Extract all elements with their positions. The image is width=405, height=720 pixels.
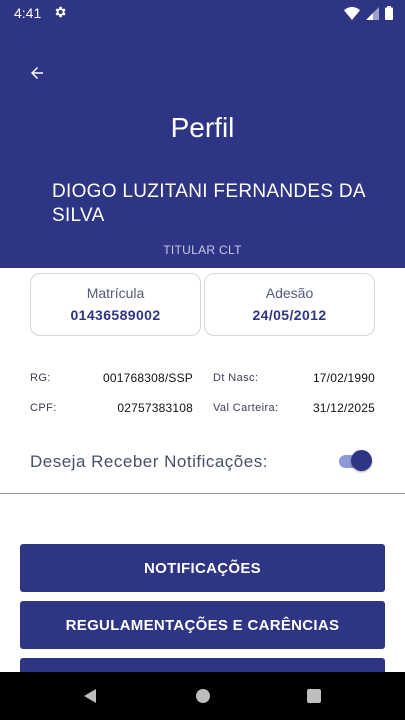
matricula-value: 01436589002 <box>70 307 161 323</box>
cpf-label: CPF: <box>30 402 57 414</box>
settings-gear-icon <box>55 6 66 18</box>
toggle-knob <box>351 450 372 471</box>
dt-nasc-label: Dt Nasc: <box>213 372 259 384</box>
matricula-card: Matrícula 01436589002 <box>30 273 201 336</box>
dt-nasc-value: 17/02/1990 <box>312 371 375 385</box>
back-arrow-icon[interactable] <box>28 64 46 82</box>
rg-label: RG: <box>30 372 51 384</box>
nav-back-icon[interactable] <box>82 688 98 704</box>
signal-icon <box>366 6 379 20</box>
matricula-label: Matrícula <box>86 285 145 301</box>
val-carteira-label: Val Carteira: <box>213 402 279 414</box>
nav-recents-icon[interactable] <box>307 689 321 703</box>
status-bar: 4:41 <box>0 0 405 26</box>
system-nav-bar <box>0 672 405 720</box>
member-name: DIOGO LUZITANI FERNANDES DA SILVA <box>52 181 365 226</box>
profile-header: 4:41 Perfil DIOGO LUZITANI FERNANDES DA … <box>0 0 405 268</box>
member-role: TITULAR CLT <box>163 243 242 257</box>
val-carteira-value: 31/12/2025 <box>312 401 375 415</box>
notifications-label: Deseja Receber Notificações: <box>30 452 268 471</box>
status-time: 4:41 <box>14 5 42 21</box>
notifications-toggle[interactable] <box>339 450 373 472</box>
notificacoes-button[interactable]: NOTIFICAÇÕES <box>20 544 385 592</box>
battery-icon <box>385 6 393 20</box>
divider <box>0 493 405 494</box>
adesao-label: Adesão <box>265 285 314 301</box>
wifi-icon <box>344 6 360 20</box>
regulamentacoes-button[interactable]: REGULAMENTAÇÕES E CARÊNCIAS <box>20 601 385 649</box>
nav-home-icon[interactable] <box>196 689 210 703</box>
adesao-card: Adesão 24/05/2012 <box>204 273 375 336</box>
profile-screen: 4:41 Perfil DIOGO LUZITANI FERNANDES DA … <box>0 0 405 720</box>
status-icons <box>344 6 393 20</box>
rg-value: 001768308/SSP <box>102 371 193 385</box>
adesao-value: 24/05/2012 <box>252 307 327 323</box>
page-title: Perfil <box>170 112 235 143</box>
cpf-value: 02757383108 <box>117 401 193 415</box>
